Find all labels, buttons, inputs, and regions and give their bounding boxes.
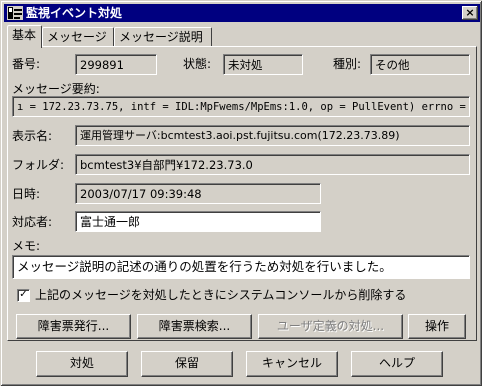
checkmark-icon: ✓ <box>19 289 28 300</box>
responder-input[interactable]: 富士通一郎 <box>75 211 321 232</box>
tab-basic[interactable]: 基本 <box>7 25 42 48</box>
event-handling-dialog: 監視イベント対処 × 基本 メッセージ メッセージ説明 番号: 299891 状… <box>0 0 482 386</box>
tab-message-description[interactable]: メッセージ説明 <box>114 27 212 47</box>
handle-button[interactable]: 対処 <box>36 351 128 377</box>
number-label: 番号: <box>12 57 41 71</box>
help-button[interactable]: ヘルプ <box>351 351 443 377</box>
folder-field: bcmtest3¥自部門¥172.23.73.0 <box>75 154 470 175</box>
memo-label: メモ: <box>12 239 41 253</box>
title-bar[interactable]: 監視イベント対処 × <box>4 4 480 22</box>
window-title: 監視イベント対処 <box>26 6 123 20</box>
datetime-field: 2003/07/17 09:39:48 <box>75 183 321 204</box>
cancel-button[interactable]: キャンセル <box>246 351 338 377</box>
datetime-label: 日時: <box>12 187 41 201</box>
display-name-field: 運用管理サーバ:bcmtest3.aoi.pst.fujitsu.com(172… <box>75 125 470 146</box>
type-field: その他 <box>370 54 470 75</box>
status-field: 未対処 <box>223 54 303 75</box>
close-button[interactable]: × <box>462 6 478 20</box>
status-label: 状態: <box>183 57 212 71</box>
hold-button[interactable]: 保留 <box>141 351 233 377</box>
memo-input[interactable]: メッセージ説明の記述の通りの処置を行うため対処を行いました。 <box>12 255 470 279</box>
search-trouble-ticket-button[interactable]: 障害票検索... <box>137 314 252 339</box>
close-icon: × <box>465 6 475 19</box>
summary-field[interactable]: ı = 172.23.73.75, intf = IDL:MpFwems/MpE… <box>12 96 470 117</box>
folder-label: フォルダ: <box>12 158 65 172</box>
operation-button[interactable]: 操作 <box>408 314 466 339</box>
issue-trouble-ticket-button[interactable]: 障害票発行... <box>16 314 131 339</box>
monitor-app-icon <box>7 6 23 20</box>
number-field: 299891 <box>75 54 157 75</box>
basic-tab-panel: 番号: 299891 状態: 未対処 種別: その他 メッセージ要約: ı = … <box>7 46 477 341</box>
user-defined-action-button[interactable]: ユーザ定義の対処... <box>258 314 403 339</box>
display-name-label: 表示名: <box>12 129 53 143</box>
tab-message[interactable]: メッセージ <box>42 27 114 47</box>
summary-label: メッセージ要約: <box>12 82 100 96</box>
delete-from-console-label[interactable]: 上記のメッセージを対処したときにシステムコンソールから削除する <box>35 288 406 302</box>
delete-from-console-checkbox[interactable]: ✓ <box>17 289 30 302</box>
responder-label: 対応者: <box>12 215 53 229</box>
type-label: 種別: <box>333 57 362 71</box>
